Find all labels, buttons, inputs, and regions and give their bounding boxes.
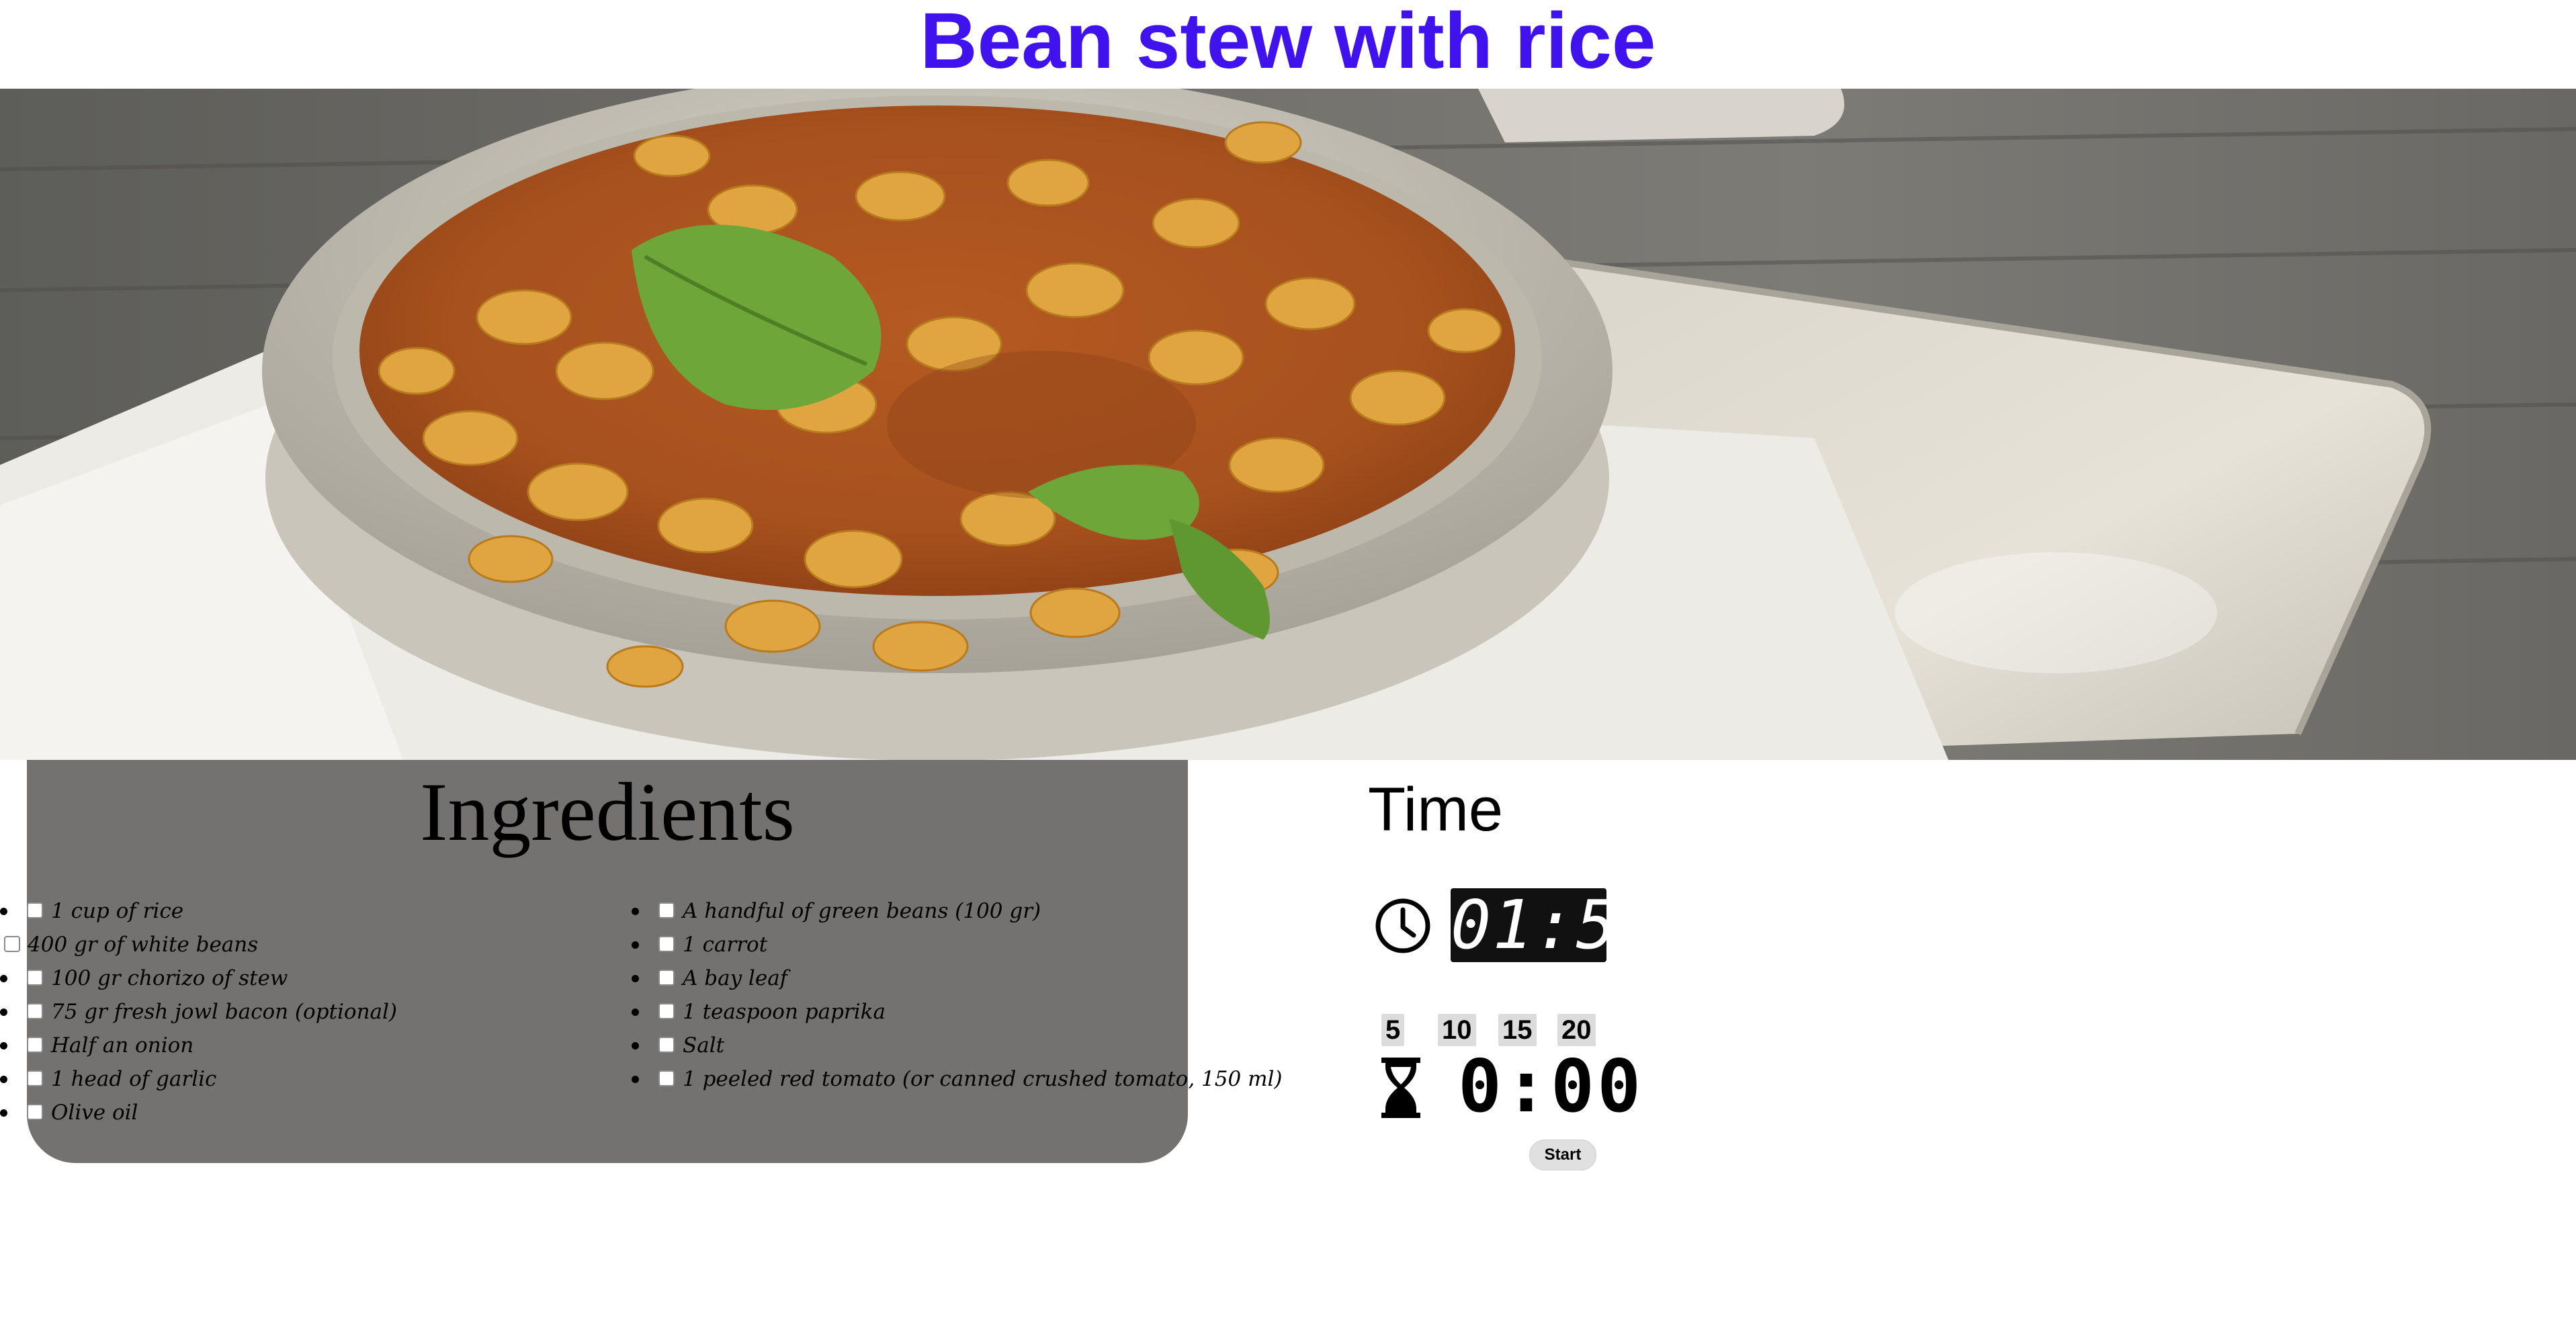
ingredient-checkbox[interactable] — [658, 970, 675, 986]
ingredient-label: A handful of green beans (100 gr) — [683, 899, 1041, 923]
ingredient-label: Olive oil — [51, 1101, 138, 1125]
list-item: 1 carrot — [605, 928, 1183, 961]
list-item: 100 gr chorizo of stew — [0, 961, 578, 995]
start-button[interactable]: Start — [1529, 1140, 1596, 1170]
ingredient-checkbox[interactable] — [27, 1003, 43, 1019]
ingredient-label: A bay leaf — [683, 966, 788, 990]
list-item: Olive oil — [0, 1096, 578, 1129]
list-item: A bay leaf — [605, 961, 1183, 995]
time-heading: Time — [1368, 775, 1504, 844]
hero-photo — [0, 89, 2576, 760]
page-title: Bean stew with rice — [920, 0, 1656, 85]
preset-20-button[interactable]: 20 — [1557, 1014, 1596, 1046]
ingredients-panel: Ingredients 1 cup of rice 400 gr of whit… — [0, 760, 1282, 1163]
ingredient-checkbox[interactable] — [27, 1070, 43, 1086]
preset-15-button[interactable]: 15 — [1498, 1014, 1537, 1046]
preset-10-button[interactable]: 10 — [1438, 1014, 1476, 1046]
ingredient-checkbox[interactable] — [658, 1003, 675, 1019]
list-item: 1 head of garlic — [0, 1062, 578, 1096]
ingredient-checkbox[interactable] — [658, 1070, 675, 1086]
ingredient-label: 1 peeled red tomato (or canned crushed t… — [683, 1067, 1283, 1091]
ingredient-label: 1 carrot — [683, 933, 768, 957]
list-item: Half an onion — [0, 1029, 578, 1062]
ingredient-checkbox[interactable] — [27, 902, 43, 918]
ingredients-list-right: A handful of green beans (100 gr) 1 carr… — [605, 894, 1282, 1096]
ingredient-label: 400 gr of white beans — [28, 933, 259, 957]
list-item: 1 teaspoon paprika — [605, 995, 1183, 1029]
ingredient-checkbox[interactable] — [658, 936, 675, 952]
countdown-timer: 0:00 — [1458, 1045, 1644, 1129]
list-item: 400 gr of white beans — [0, 928, 578, 961]
ingredient-label: 100 gr chorizo of stew — [51, 966, 288, 990]
ingredients-heading: Ingredients — [420, 766, 795, 858]
cook-time-display: 01:50 — [1451, 886, 1660, 964]
ingredient-checkbox[interactable] — [658, 902, 675, 918]
ingredients-list-left: 1 cup of rice 400 gr of white beans 100 … — [0, 894, 578, 1129]
list-item: A handful of green beans (100 gr) — [605, 894, 1183, 928]
ingredient-label: Salt — [683, 1033, 725, 1058]
list-item: Salt — [605, 1029, 1183, 1062]
ingredient-label: 1 teaspoon paprika — [683, 1000, 886, 1024]
ingredient-checkbox[interactable] — [4, 936, 20, 952]
list-item: 1 peeled red tomato (or canned crushed t… — [605, 1062, 1282, 1096]
ingredient-checkbox[interactable] — [658, 1037, 675, 1053]
hourglass-icon — [1381, 1058, 1420, 1118]
list-item: 75 gr fresh jowl bacon (optional) — [0, 995, 578, 1029]
preset-5-button[interactable]: 5 — [1381, 1014, 1405, 1046]
ingredient-checkbox[interactable] — [27, 970, 43, 986]
ingredient-label: 75 gr fresh jowl bacon (optional) — [51, 1000, 398, 1024]
ingredient-checkbox[interactable] — [27, 1104, 43, 1120]
ingredient-label: 1 head of garlic — [51, 1067, 217, 1091]
ingredient-label: 1 cup of rice — [51, 899, 184, 923]
ingredient-checkbox[interactable] — [27, 1037, 43, 1053]
ingredient-label: Half an onion — [51, 1033, 194, 1058]
list-item: 1 cup of rice — [0, 894, 578, 928]
clock-icon — [1375, 898, 1430, 953]
